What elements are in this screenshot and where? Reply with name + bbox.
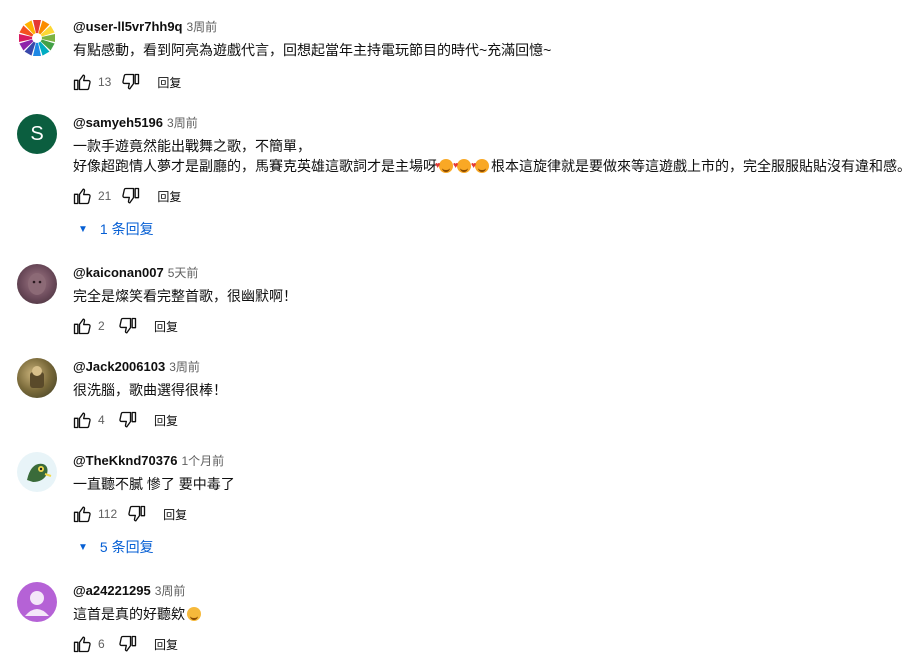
grinning-face-with-sweat-icon (187, 607, 201, 621)
caret-down-icon: ▼ (78, 223, 88, 235)
comment-actions: 13 回复 (70, 70, 181, 94)
view-replies-button[interactable]: ▼ 1 条回复 (78, 217, 154, 241)
like-button[interactable] (70, 314, 94, 338)
thumb-up-icon (73, 636, 91, 653)
like-button[interactable] (70, 632, 94, 656)
comment-actions: 6 回复 (70, 632, 178, 656)
thumb-down-icon (119, 411, 137, 428)
thumb-up-icon (73, 506, 91, 523)
comment-author[interactable]: @a24221295 (73, 583, 151, 598)
thumb-down-icon (122, 73, 140, 90)
comment-header: @user-ll5vr7hh9q 3周前 (73, 18, 217, 36)
comment-text: 一直聽不膩 慘了 要中毒了 (73, 476, 235, 492)
avatar[interactable] (17, 358, 57, 398)
comment-time[interactable]: 3周前 (167, 116, 198, 130)
comment-header: @Jack2006103 3周前 (73, 358, 200, 376)
dislike-button[interactable] (116, 632, 140, 656)
smiling-face-with-hearts-icon (435, 155, 453, 175)
avatar[interactable] (17, 264, 57, 304)
reply-button[interactable]: 回复 (154, 412, 178, 429)
like-count: 6 (98, 637, 105, 651)
dislike-button[interactable] (116, 408, 140, 432)
avatar[interactable] (17, 452, 57, 492)
comment-text: 一款手遊竟然能出戰舞之歌，不簡單， 好像超跑情人夢才是副廳的，馬賽克英雄這歌詞才… (73, 136, 911, 176)
avatar[interactable] (17, 18, 57, 58)
smiling-face-with-hearts-icon (471, 155, 489, 175)
thumb-up-icon (73, 412, 91, 429)
comment-time[interactable]: 1个月前 (181, 454, 224, 468)
thumb-down-icon (119, 317, 137, 334)
comment-author[interactable]: @TheKknd70376 (73, 453, 177, 468)
comment-header: @kaiconan007 5天前 (73, 264, 198, 282)
like-button[interactable] (70, 502, 94, 526)
comment-actions: 4 回复 (70, 408, 178, 432)
replies-count-label: 5 条回复 (99, 539, 154, 555)
reply-button[interactable]: 回复 (157, 74, 181, 91)
like-count: 2 (98, 319, 105, 333)
thumb-down-icon (128, 505, 146, 522)
comment-text-line: 一款手遊竟然能出戰舞之歌，不簡單， (73, 138, 311, 154)
comment-author[interactable]: @samyeh5196 (73, 115, 163, 130)
comment-actions: 21 回复 (70, 184, 181, 208)
thumb-down-icon (119, 635, 137, 652)
dislike-button[interactable] (119, 184, 143, 208)
comment-header: @a24221295 3周前 (73, 582, 185, 600)
comment-text: 這首是真的好聽欸 (73, 604, 203, 624)
avatar[interactable]: S (17, 114, 57, 154)
like-count: 21 (98, 189, 112, 203)
default-user-icon (25, 591, 49, 616)
caret-down-icon: ▼ (78, 541, 88, 553)
avatar[interactable] (17, 582, 57, 622)
comment-actions: 112 回复 (70, 502, 187, 526)
dislike-button[interactable] (125, 502, 149, 526)
comment-time[interactable]: 3周前 (155, 584, 186, 598)
comment-actions: 2 回复 (70, 314, 178, 338)
comment-time[interactable]: 3周前 (187, 20, 218, 34)
avatar-letter: S (30, 122, 44, 145)
dislike-button[interactable] (119, 70, 143, 94)
reply-button[interactable]: 回复 (157, 188, 181, 205)
reply-button[interactable]: 回复 (163, 506, 187, 523)
reply-button[interactable]: 回复 (154, 636, 178, 653)
thumb-up-icon (73, 188, 91, 205)
dislike-button[interactable] (116, 314, 140, 338)
replies-count-label: 1 条回复 (99, 221, 154, 237)
comment-header: @samyeh5196 3周前 (73, 114, 198, 132)
smiling-face-with-hearts-icon (453, 155, 471, 175)
comment-text: 完全是燦笑看完整首歌，很幽默啊！ (73, 288, 297, 304)
comment-time[interactable]: 5天前 (168, 266, 199, 280)
like-button[interactable] (70, 184, 94, 208)
comment-time[interactable]: 3周前 (169, 360, 200, 374)
thumb-up-icon (73, 74, 91, 91)
comment-author[interactable]: @kaiconan007 (73, 265, 164, 280)
thumb-up-icon (73, 318, 91, 335)
reply-button[interactable]: 回复 (154, 318, 178, 335)
comment-author[interactable]: @user-ll5vr7hh9q (73, 19, 183, 34)
comment-text-line: 好像超跑情人夢才是副廳的，馬賽克英雄這歌詞才是主場呀根本這旋律就是要做來等這遊戲… (73, 155, 911, 176)
like-button[interactable] (70, 70, 94, 94)
like-count: 13 (98, 75, 112, 89)
like-count: 4 (98, 413, 105, 427)
like-count: 112 (98, 507, 118, 521)
comment-header: @TheKknd70376 1个月前 (73, 452, 224, 470)
like-button[interactable] (70, 408, 94, 432)
comment-author[interactable]: @Jack2006103 (73, 359, 165, 374)
view-replies-button[interactable]: ▼ 5 条回复 (78, 535, 154, 559)
thumb-down-icon (122, 187, 140, 204)
comment-text: 有點感動，看到阿亮為遊戲代言，回想起當年主持電玩節目的時代~充滿回憶~ (73, 42, 552, 58)
comment-text: 很洗腦，歌曲選得很棒！ (73, 382, 227, 398)
